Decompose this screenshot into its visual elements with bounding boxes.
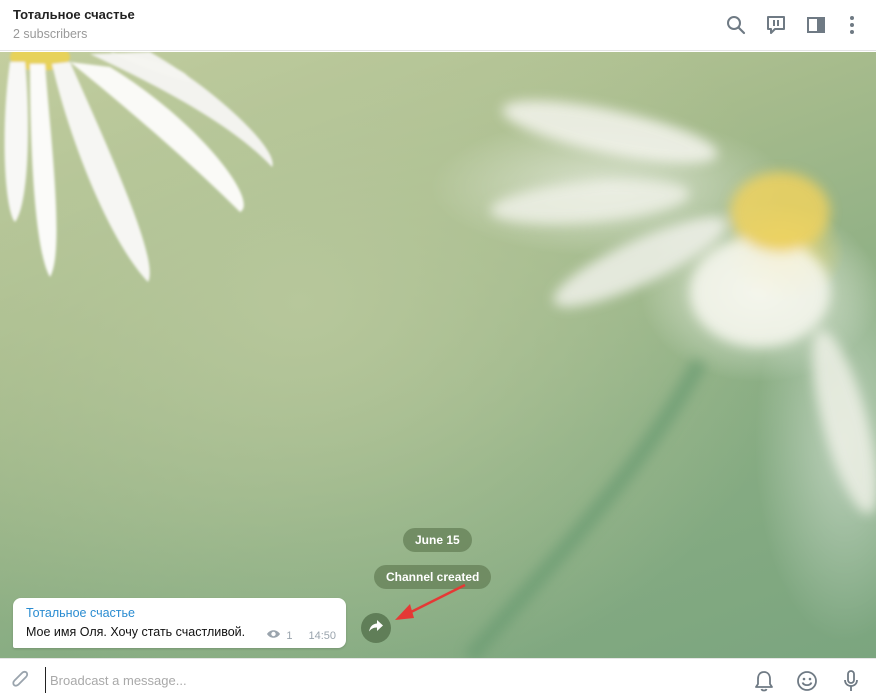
message-bubble[interactable]: Тотальное счастье Мое имя Оля. Хочу стат… (13, 598, 346, 648)
sidebar-toggle-icon[interactable] (804, 13, 828, 37)
date-pill: June 15 (403, 528, 472, 552)
forward-icon (369, 619, 383, 637)
message-time: 14:50 (308, 629, 336, 642)
message-composer (0, 658, 876, 700)
attach-icon[interactable] (8, 668, 34, 694)
eye-icon (266, 629, 281, 642)
search-icon[interactable] (724, 13, 748, 37)
subscriber-count: 2 subscribers (13, 27, 88, 41)
service-message: Channel created (374, 565, 492, 589)
message-text: Мое имя Оля. Хочу стать счастливой. (26, 625, 246, 639)
microphone-icon[interactable] (838, 668, 864, 694)
chat-area: June 15 Channel created Тотальное счасть… (0, 52, 876, 658)
more-icon[interactable] (840, 13, 864, 37)
view-count: 1 (286, 629, 293, 642)
message-input[interactable] (45, 667, 685, 693)
chat-header: Тотальное счастье 2 subscribers (0, 0, 876, 51)
emoji-icon[interactable] (794, 668, 820, 694)
channel-title[interactable]: Тотальное счастье (13, 7, 135, 22)
message-author[interactable]: Тотальное счастье (26, 606, 135, 620)
discussion-icon[interactable] (764, 13, 788, 37)
message-meta: 1 14:50 (266, 629, 336, 642)
bell-icon[interactable] (751, 668, 777, 694)
forward-button[interactable] (361, 613, 391, 643)
